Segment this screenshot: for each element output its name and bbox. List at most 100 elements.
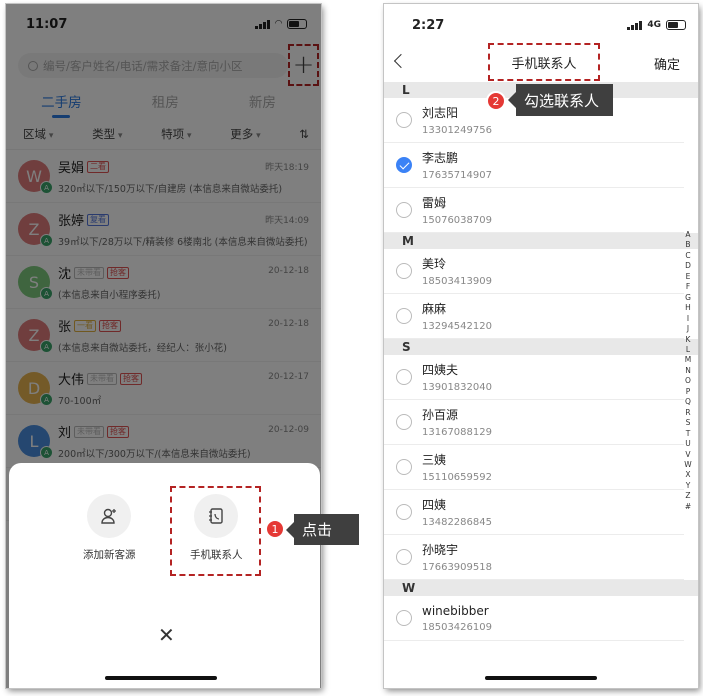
section-header: M: [384, 233, 698, 249]
index-letter[interactable]: #: [684, 502, 692, 512]
radio-icon[interactable]: [396, 414, 412, 430]
left-phone-screen: 11:07 ◠ 编号/客户姓名/电话/需求备注/意向小区 + 二手房 租房 新房…: [6, 4, 321, 688]
index-letter[interactable]: H: [684, 303, 692, 313]
page-title: 手机联系人: [488, 43, 600, 81]
index-letter[interactable]: T: [684, 429, 692, 439]
index-letter[interactable]: D: [684, 261, 692, 271]
home-indicator: [485, 676, 597, 680]
status-time: 2:27: [412, 17, 445, 33]
contact-row[interactable]: 李志鹏 17635714907: [384, 143, 684, 188]
index-letter[interactable]: K: [684, 335, 692, 345]
contact-row[interactable]: 四姨夫 13901832040: [384, 355, 684, 400]
section-header: W: [384, 580, 698, 596]
index-letter[interactable]: E: [684, 272, 692, 282]
radio-icon[interactable]: [396, 112, 412, 128]
index-letter[interactable]: M: [684, 355, 692, 365]
index-letter[interactable]: L: [684, 345, 692, 355]
contact-name: 美玲: [422, 257, 447, 271]
index-letter[interactable]: Y: [684, 481, 692, 491]
contact-phone: 13482286845: [422, 517, 492, 528]
index-letter[interactable]: I: [684, 314, 692, 324]
index-letter[interactable]: C: [684, 251, 692, 261]
add-person-icon: [87, 494, 132, 538]
index-letter[interactable]: V: [684, 450, 692, 460]
contact-name: 李志鹏: [422, 151, 459, 165]
contact-row[interactable]: winebibber 18503426109: [384, 596, 684, 641]
contact-name: 四姨夫: [422, 363, 459, 377]
section-header: S: [384, 339, 698, 355]
contact-row[interactable]: 美玲 18503413909: [384, 249, 684, 294]
radio-icon[interactable]: [396, 308, 412, 324]
contact-info: 雷姆 15076038709: [422, 194, 492, 226]
back-icon[interactable]: [393, 53, 409, 69]
radio-icon[interactable]: [396, 202, 412, 218]
index-letter[interactable]: B: [684, 240, 692, 250]
radio-icon[interactable]: [396, 459, 412, 475]
signal-icon: [627, 20, 643, 30]
index-letter[interactable]: W: [684, 460, 692, 470]
contact-row[interactable]: 四姨 13482286845: [384, 490, 684, 535]
step-badge-1: 1: [265, 519, 285, 539]
radio-icon[interactable]: [396, 549, 412, 565]
contact-info: 麻麻 13294542120: [422, 300, 492, 332]
index-letter[interactable]: Q: [684, 397, 692, 407]
contact-info: 四姨夫 13901832040: [422, 361, 492, 393]
index-letter[interactable]: O: [684, 376, 692, 386]
contact-row[interactable]: 三姨 15110659592: [384, 445, 684, 490]
contact-name: 雷姆: [422, 196, 447, 210]
contact-info: 三姨 15110659592: [422, 451, 492, 483]
index-letter[interactable]: A: [684, 230, 692, 240]
contact-phone: 18503413909: [422, 276, 492, 287]
index-letter[interactable]: U: [684, 439, 692, 449]
contact-phone: 18503426109: [422, 621, 492, 633]
contact-row[interactable]: 孙晓宇 17663909518: [384, 535, 684, 580]
contact-info: 美玲 18503413909: [422, 255, 492, 287]
contact-phone: 17635714907: [422, 170, 492, 181]
index-letter[interactable]: N: [684, 366, 692, 376]
status-bar: 2:27 4G: [384, 4, 698, 46]
checked-radio-icon[interactable]: [396, 157, 412, 173]
callout-click: 点击: [286, 514, 359, 545]
contact-row[interactable]: 雷姆 15076038709: [384, 188, 684, 233]
contact-name: 孙百源: [422, 408, 459, 422]
contact-row[interactable]: 孙百源 13167088129: [384, 400, 684, 445]
contact-name: winebibber: [422, 603, 489, 618]
add-source-label: 添加新客源: [83, 549, 136, 561]
contact-phone: 13294542120: [422, 321, 492, 332]
status-icons: 4G: [627, 20, 686, 30]
radio-icon[interactable]: [396, 610, 412, 626]
index-letter[interactable]: J: [684, 324, 692, 334]
contact-info: winebibber 18503426109: [422, 604, 492, 633]
close-icon[interactable]: ✕: [158, 623, 175, 647]
highlight-box-contacts: [170, 486, 261, 576]
index-letter[interactable]: Z: [684, 491, 692, 501]
contact-info: 李志鹏 17635714907: [422, 149, 492, 181]
contact-phone: 13901832040: [422, 382, 492, 393]
contact-info: 孙晓宇 17663909518: [422, 541, 492, 573]
contact-name: 三姨: [422, 453, 447, 467]
confirm-button[interactable]: 确定: [654, 54, 680, 73]
index-letter[interactable]: S: [684, 418, 692, 428]
radio-icon[interactable]: [396, 369, 412, 385]
contact-info: 四姨 13482286845: [422, 496, 492, 528]
radio-icon[interactable]: [396, 263, 412, 279]
radio-icon[interactable]: [396, 504, 412, 520]
contact-phone: 15110659592: [422, 472, 492, 483]
index-letter[interactable]: R: [684, 408, 692, 418]
contact-phone: 13301249756: [422, 125, 492, 136]
contact-row[interactable]: 麻麻 13294542120: [384, 294, 684, 339]
add-source-option[interactable]: 添加新客源: [83, 494, 136, 562]
battery-icon: [666, 20, 686, 30]
index-letter[interactable]: G: [684, 293, 692, 303]
index-letter[interactable]: P: [684, 387, 692, 397]
network-label: 4G: [647, 20, 661, 30]
contact-name: 孙晓宇: [422, 543, 459, 557]
contact-phone: 17663909518: [422, 562, 492, 573]
callout-select-contacts: 勾选联系人: [508, 84, 613, 116]
alphabet-index[interactable]: A B C D E F G H I J K L M N O P Q R S T U V W X Y Z #: [684, 230, 692, 512]
contact-name: 刘志阳: [422, 106, 459, 120]
index-letter[interactable]: X: [684, 470, 692, 480]
contact-info: 刘志阳 13301249756: [422, 104, 492, 136]
step-badge-2: 2: [486, 91, 506, 111]
index-letter[interactable]: F: [684, 282, 692, 292]
